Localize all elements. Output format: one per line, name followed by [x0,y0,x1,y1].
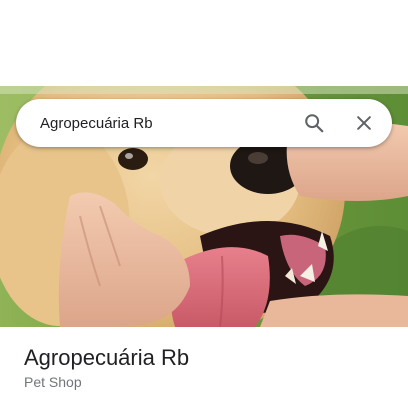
place-info: Agropecuária Rb Pet Shop [24,345,189,391]
search-button[interactable] [302,111,326,135]
clear-search-button[interactable] [352,111,376,135]
place-panel: Agropecuária Rb Pet Shop [0,0,408,414]
search-icon [305,114,324,133]
place-title: Agropecuária Rb [24,345,190,370]
close-icon [357,116,371,130]
place-category[interactable]: Pet Shop [24,373,189,391]
search-input[interactable] [40,111,290,135]
search-bar [16,99,392,147]
